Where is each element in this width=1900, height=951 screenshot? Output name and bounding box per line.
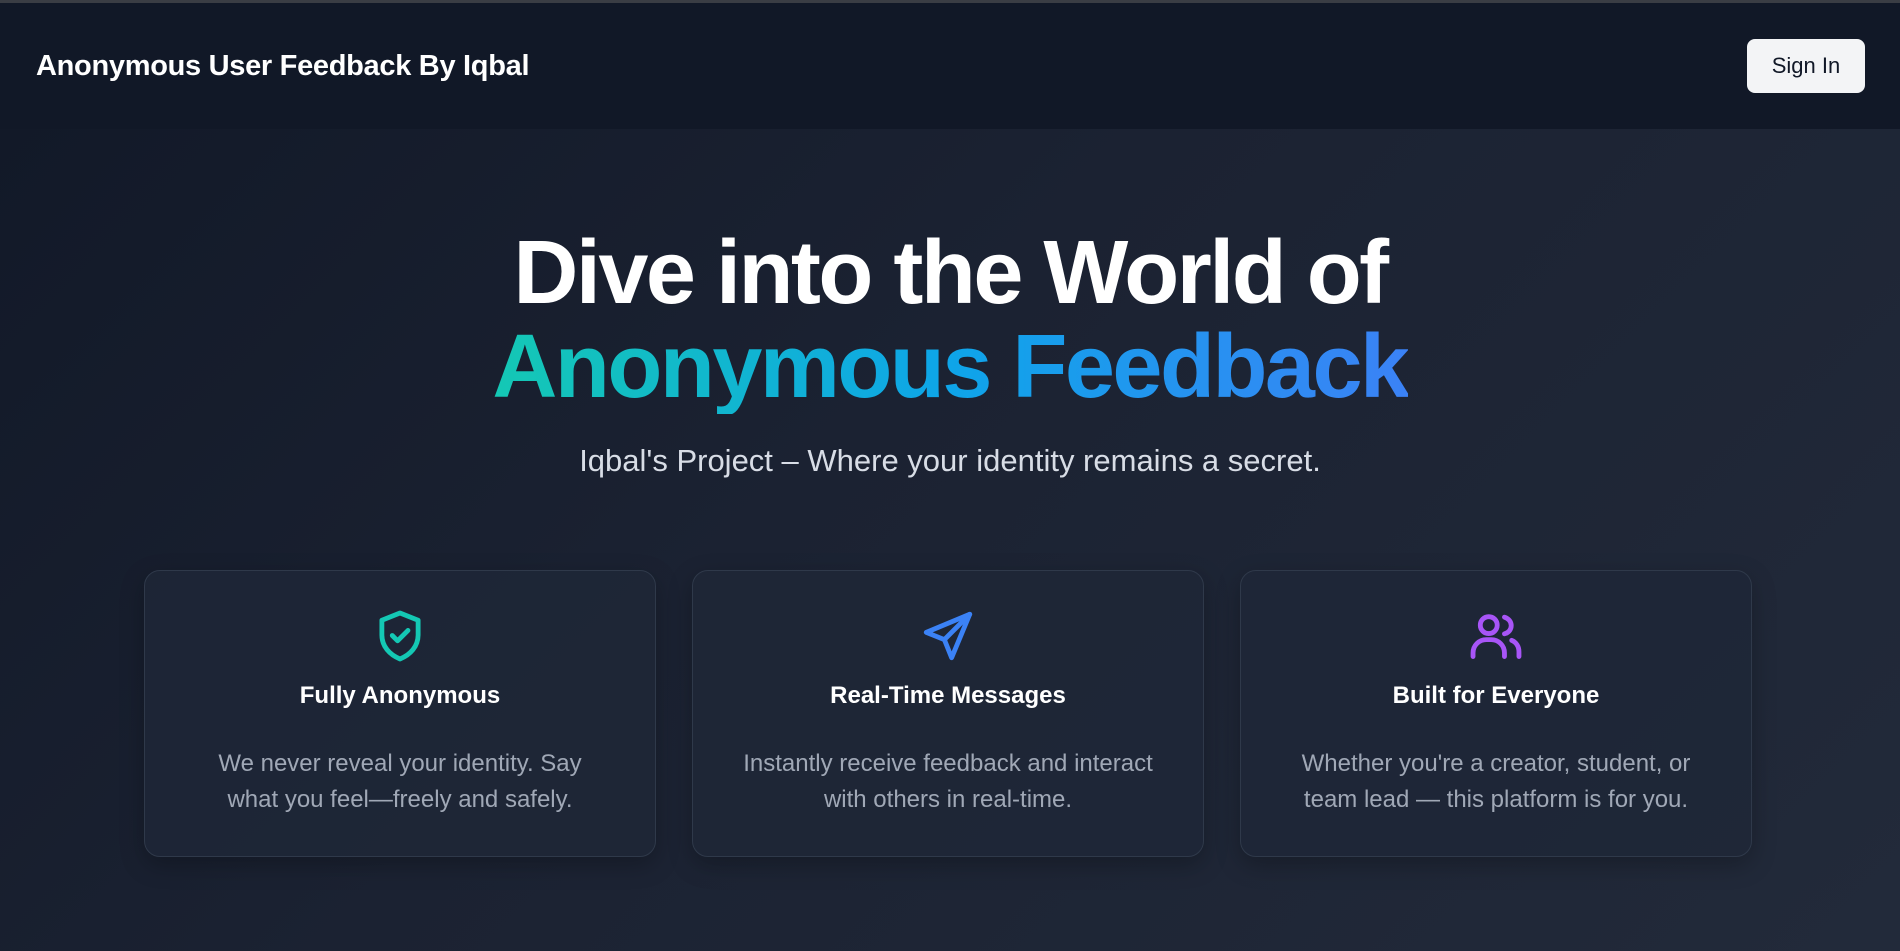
- feature-cards: Fully Anonymous We never reveal your ide…: [144, 570, 1752, 857]
- feature-title: Real-Time Messages: [830, 682, 1066, 709]
- hero-title-accent: Anonymous Feedback: [492, 317, 1410, 417]
- feature-description: We never reveal your identity. Say what …: [218, 750, 582, 813]
- feature-card-realtime: Real-Time Messages Instantly receive fee…: [692, 570, 1204, 857]
- app-frame: Anonymous User Feedback By Iqbal Sign In…: [0, 0, 1900, 951]
- send-icon: [923, 611, 973, 661]
- feature-card-anonymous: Fully Anonymous We never reveal your ide…: [144, 570, 656, 857]
- feature-card-everyone: Built for Everyone Whether you're a crea…: [1240, 570, 1752, 857]
- feature-description: Instantly receive feedback and interact …: [743, 750, 1153, 813]
- shield-check-icon: [379, 610, 421, 662]
- hero-title: Dive into the World of Anonymous Feedbac…: [0, 226, 1900, 414]
- users-icon: [1470, 614, 1522, 659]
- sign-in-button[interactable]: Sign In: [1747, 39, 1865, 93]
- hero-tagline: Iqbal's Project – Where your identity re…: [579, 443, 1321, 478]
- brand-title: Anonymous User Feedback By Iqbal: [36, 49, 530, 82]
- hero-section: Dive into the World of Anonymous Feedbac…: [0, 129, 1900, 479]
- feature-title: Built for Everyone: [1392, 682, 1600, 709]
- navbar: Anonymous User Feedback By Iqbal Sign In: [0, 3, 1900, 129]
- feature-description: Whether you're a creator, student, or te…: [1301, 750, 1691, 813]
- feature-title: Fully Anonymous: [299, 682, 501, 709]
- hero-title-line1: Dive into the World of: [513, 223, 1389, 323]
